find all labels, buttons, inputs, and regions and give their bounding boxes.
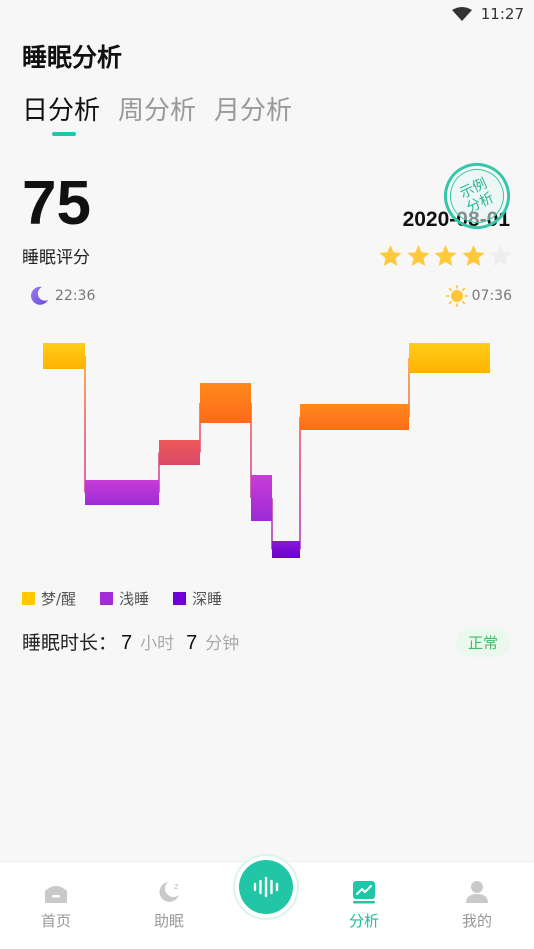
sleep-stage-segment xyxy=(409,343,490,373)
legend-swatch xyxy=(100,592,114,605)
star-rating xyxy=(377,243,515,270)
sun-icon xyxy=(445,285,468,307)
duration-label: 睡眠时长： xyxy=(22,632,118,654)
waketime-value: 07:36 xyxy=(471,288,512,304)
tab-day[interactable]: 日分析 xyxy=(22,90,100,127)
sound-wave-icon xyxy=(253,876,279,898)
page-title: 睡眠分析 xyxy=(22,43,123,72)
legend-swatch xyxy=(22,592,35,605)
nav-sleep-aid[interactable]: z 助眠 xyxy=(129,880,209,931)
nav-label: 分析 xyxy=(348,912,379,930)
chart-icon xyxy=(353,881,375,904)
nav-profile[interactable]: 我的 xyxy=(437,880,517,931)
sleep-stage-segment xyxy=(251,475,272,521)
status-time: 11:27 xyxy=(480,5,524,23)
moon-icon xyxy=(31,286,48,305)
sleep-stage-segment xyxy=(85,480,159,505)
nav-label: 我的 xyxy=(461,912,492,930)
active-tab-indicator xyxy=(52,132,76,136)
sleep-stage-segment xyxy=(300,404,409,430)
wifi-icon xyxy=(452,7,472,21)
star-filled-icon xyxy=(379,245,402,266)
nav-analysis[interactable]: 分析 xyxy=(324,880,404,931)
sleep-stage-chart xyxy=(43,343,490,558)
legend-item-light-sleep: 浅睡 xyxy=(100,588,149,609)
legend-swatch xyxy=(173,592,187,605)
home-icon xyxy=(45,886,67,903)
sleep-score-label: 睡眠评分 xyxy=(22,248,90,268)
sleep-duration: 睡眠时长： 7 小时 7 分钟 xyxy=(22,628,247,655)
chart-legend: 梦/醒 浅睡 深睡 xyxy=(22,588,246,609)
duration-minutes-unit: 分钟 xyxy=(205,634,240,654)
sleep-sound-button[interactable] xyxy=(235,856,297,918)
svg-text:z: z xyxy=(174,882,179,892)
status-badge: 正常 xyxy=(455,628,510,657)
nav-label: 首页 xyxy=(40,912,71,930)
sleep-score: 75 xyxy=(22,169,91,238)
star-filled-icon xyxy=(434,245,457,266)
sleep-stage-segment xyxy=(159,440,200,465)
legend-label: 浅睡 xyxy=(119,590,150,608)
tab-week[interactable]: 周分析 xyxy=(118,90,196,127)
bedtime: 22:36 xyxy=(28,285,95,307)
nav-label: 助眠 xyxy=(153,912,184,930)
user-icon xyxy=(466,881,488,903)
sleep-stage-segment xyxy=(200,383,251,423)
legend-label: 深睡 xyxy=(192,590,223,608)
tab-month[interactable]: 月分析 xyxy=(214,90,292,127)
status-bar: 11:27 xyxy=(0,0,534,28)
star-empty-icon xyxy=(489,245,512,266)
duration-hours-unit: 小时 xyxy=(140,634,175,654)
nav-home[interactable]: 首页 xyxy=(16,880,96,931)
bedtime-value: 22:36 xyxy=(55,288,96,304)
legend-label: 梦/醒 xyxy=(41,590,77,608)
sleep-stage-segment xyxy=(43,343,85,369)
duration-hours: 7 xyxy=(121,632,133,654)
legend-item-deep-sleep: 深睡 xyxy=(173,588,222,609)
legend-item-dream-awake: 梦/醒 xyxy=(22,588,76,609)
waketime: 07:36 xyxy=(445,285,512,307)
moon-icon: z xyxy=(159,882,179,902)
duration-minutes: 7 xyxy=(186,632,198,654)
period-tabs: 日分析 周分析 月分析 xyxy=(22,90,310,127)
sleep-stage-segment xyxy=(272,541,300,558)
star-filled-icon xyxy=(462,245,484,266)
star-filled-icon xyxy=(407,245,429,266)
